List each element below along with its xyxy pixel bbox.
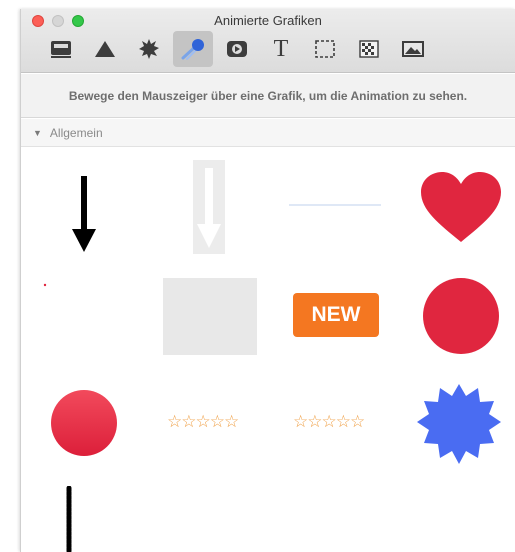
graphic-particle-dot[interactable] bbox=[41, 282, 49, 288]
tool-selection[interactable] bbox=[305, 31, 345, 67]
section-header-allgemein[interactable]: ▼ Allgemein bbox=[21, 119, 515, 147]
graphic-vertical-chain[interactable] bbox=[61, 486, 77, 552]
comet-icon bbox=[181, 39, 204, 60]
tool-play[interactable] bbox=[217, 31, 257, 67]
app-window: Animierte Grafiken T Bewege den Mauszeig… bbox=[20, 9, 515, 552]
graphic-stars-1[interactable]: ☆☆☆☆☆ bbox=[167, 412, 239, 432]
graphic-stars-2[interactable]: ☆☆☆☆☆ bbox=[293, 412, 365, 432]
graphics-grid: NEW ☆☆☆☆☆ ☆☆☆☆☆ bbox=[21, 148, 515, 552]
text-icon: T bbox=[273, 35, 289, 62]
graphic-gradient-circle[interactable] bbox=[49, 388, 119, 458]
graphic-red-circle[interactable] bbox=[421, 276, 501, 356]
tool-stack[interactable] bbox=[41, 31, 81, 67]
triangle-icon bbox=[95, 41, 115, 57]
tool-checkerboard[interactable] bbox=[349, 31, 389, 67]
tool-picture[interactable] bbox=[393, 31, 433, 67]
title-bar: Animierte Grafiken T bbox=[21, 9, 515, 73]
tool-starburst[interactable] bbox=[129, 31, 169, 67]
tool-comet[interactable] bbox=[173, 31, 213, 67]
window-title: Animierte Grafiken bbox=[214, 13, 322, 28]
graphic-arrow-down[interactable] bbox=[69, 174, 99, 254]
graphic-new-badge[interactable]: NEW bbox=[293, 293, 379, 337]
tool-text[interactable]: T bbox=[261, 31, 301, 67]
hint-text: Bewege den Mauszeiger über eine Grafik, … bbox=[68, 88, 468, 103]
picture-icon bbox=[402, 41, 424, 57]
checkerboard-icon bbox=[359, 40, 379, 58]
graphic-arrow-down-outline[interactable] bbox=[189, 160, 229, 256]
graphic-blue-starburst[interactable] bbox=[417, 382, 501, 466]
selection-icon bbox=[315, 40, 335, 58]
stack-icon bbox=[51, 41, 71, 58]
disclosure-triangle-icon[interactable]: ▼ bbox=[33, 128, 42, 138]
graphic-heart[interactable] bbox=[419, 170, 503, 244]
starburst-icon bbox=[139, 39, 159, 59]
tool-triangle[interactable] bbox=[85, 31, 125, 67]
play-icon bbox=[227, 41, 247, 57]
graphic-line[interactable] bbox=[287, 202, 383, 208]
graphic-gray-square[interactable] bbox=[163, 278, 257, 355]
hint-bar: Bewege den Mauszeiger über eine Grafik, … bbox=[21, 74, 515, 118]
section-title: Allgemein bbox=[49, 125, 103, 140]
